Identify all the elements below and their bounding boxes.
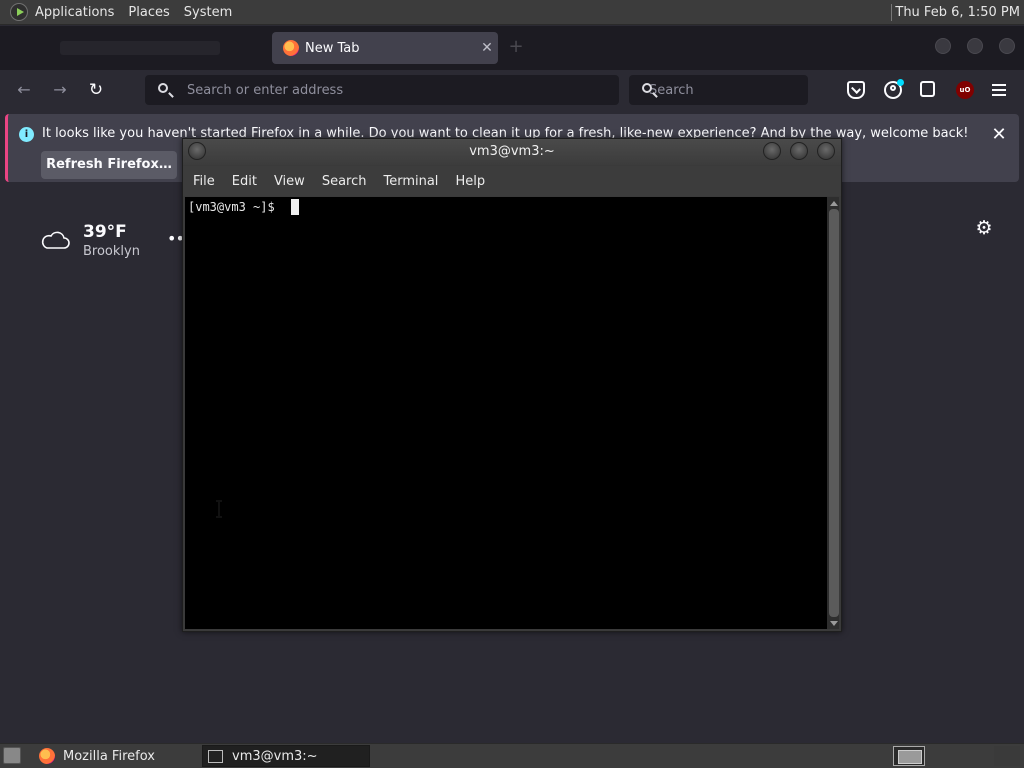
search-input[interactable]	[649, 82, 819, 98]
refresh-firefox-button[interactable]: Refresh Firefox…	[41, 151, 177, 179]
terminal-body[interactable]: [vm3@vm3 ~]$	[185, 197, 827, 629]
clock[interactable]: Thu Feb 6, 1:50 PM	[895, 0, 1020, 25]
minimize-window-button[interactable]	[935, 38, 951, 54]
workspace-switcher[interactable]	[893, 746, 925, 766]
show-desktop-icon[interactable]	[3, 747, 21, 764]
tab-title-placeholder	[60, 41, 220, 55]
menu-applications[interactable]: Applications	[28, 0, 121, 25]
back-button[interactable]: ←	[13, 80, 35, 100]
maximize-window-button[interactable]	[967, 38, 983, 54]
ublock-origin-icon[interactable]: uO	[956, 81, 974, 99]
menu-search[interactable]: Search	[312, 174, 367, 189]
taskbar-item-firefox[interactable]: Mozilla Firefox	[34, 745, 198, 767]
menu-help[interactable]: Help	[445, 174, 485, 189]
panel-separator	[891, 4, 892, 21]
tab-new-tab[interactable]: New Tab ✕	[272, 32, 498, 64]
menu-places[interactable]: Places	[121, 0, 176, 25]
scroll-up-icon	[830, 201, 838, 206]
minimize-button[interactable]	[763, 142, 781, 160]
close-tab-icon[interactable]: ✕	[476, 40, 498, 56]
taskbar-item-label: vm3@vm3:~	[232, 748, 318, 764]
close-window-button[interactable]	[999, 38, 1015, 54]
menu-view[interactable]: View	[264, 174, 305, 189]
url-bar[interactable]	[145, 75, 619, 105]
tab-inactive[interactable]	[44, 32, 264, 64]
top-panel: Applications Places System Thu Feb 6, 1:…	[0, 0, 1024, 25]
taskbar-item-label: Mozilla Firefox	[63, 748, 155, 764]
tab-label: New Tab	[305, 40, 360, 56]
menu-system[interactable]: System	[177, 0, 239, 25]
close-button[interactable]	[817, 142, 835, 160]
gear-icon[interactable]: ⚙	[974, 218, 994, 238]
terminal-cursor	[291, 199, 299, 215]
firefox-icon	[39, 748, 55, 764]
applications-logo-icon[interactable]	[10, 3, 28, 21]
terminal-icon	[208, 749, 223, 763]
info-icon: i	[19, 127, 34, 142]
trash-icon[interactable]	[994, 746, 1020, 766]
weather-temperature: 39°F	[83, 222, 127, 242]
terminal-title: vm3@vm3:~	[469, 144, 555, 159]
terminal-prompt: [vm3@vm3 ~]$	[188, 200, 282, 214]
terminal-scrollbar[interactable]	[827, 197, 839, 629]
text-cursor-pointer-icon	[216, 500, 222, 518]
taskbar-item-terminal[interactable]: vm3@vm3:~	[202, 745, 370, 767]
maximize-button[interactable]	[790, 142, 808, 160]
weather-city: Brooklyn	[83, 244, 140, 259]
forward-button[interactable]: →	[49, 80, 71, 100]
account-icon[interactable]	[884, 79, 904, 99]
pocket-icon[interactable]	[847, 81, 865, 99]
scroll-down-icon	[830, 621, 838, 626]
terminal-window[interactable]: vm3@vm3:~ File Edit View Search Terminal…	[182, 138, 842, 632]
menu-edit[interactable]: Edit	[222, 174, 257, 189]
search-bar[interactable]	[629, 75, 819, 105]
new-tab-button[interactable]: +	[506, 36, 526, 58]
url-input[interactable]	[187, 82, 619, 98]
menu-terminal[interactable]: Terminal	[373, 174, 438, 189]
terminal-menubar: File Edit View Search Terminal Help	[183, 166, 841, 196]
hamburger-menu-icon[interactable]	[992, 81, 1006, 99]
firefox-icon	[283, 40, 299, 56]
cloud-icon	[41, 231, 70, 249]
reload-button[interactable]: ↻	[85, 80, 107, 100]
close-notification-icon[interactable]: ✕	[990, 124, 1008, 145]
extensions-icon[interactable]	[920, 81, 935, 97]
search-icon	[157, 82, 173, 98]
scrollbar-thumb	[829, 209, 839, 617]
menu-file[interactable]: File	[183, 174, 215, 189]
